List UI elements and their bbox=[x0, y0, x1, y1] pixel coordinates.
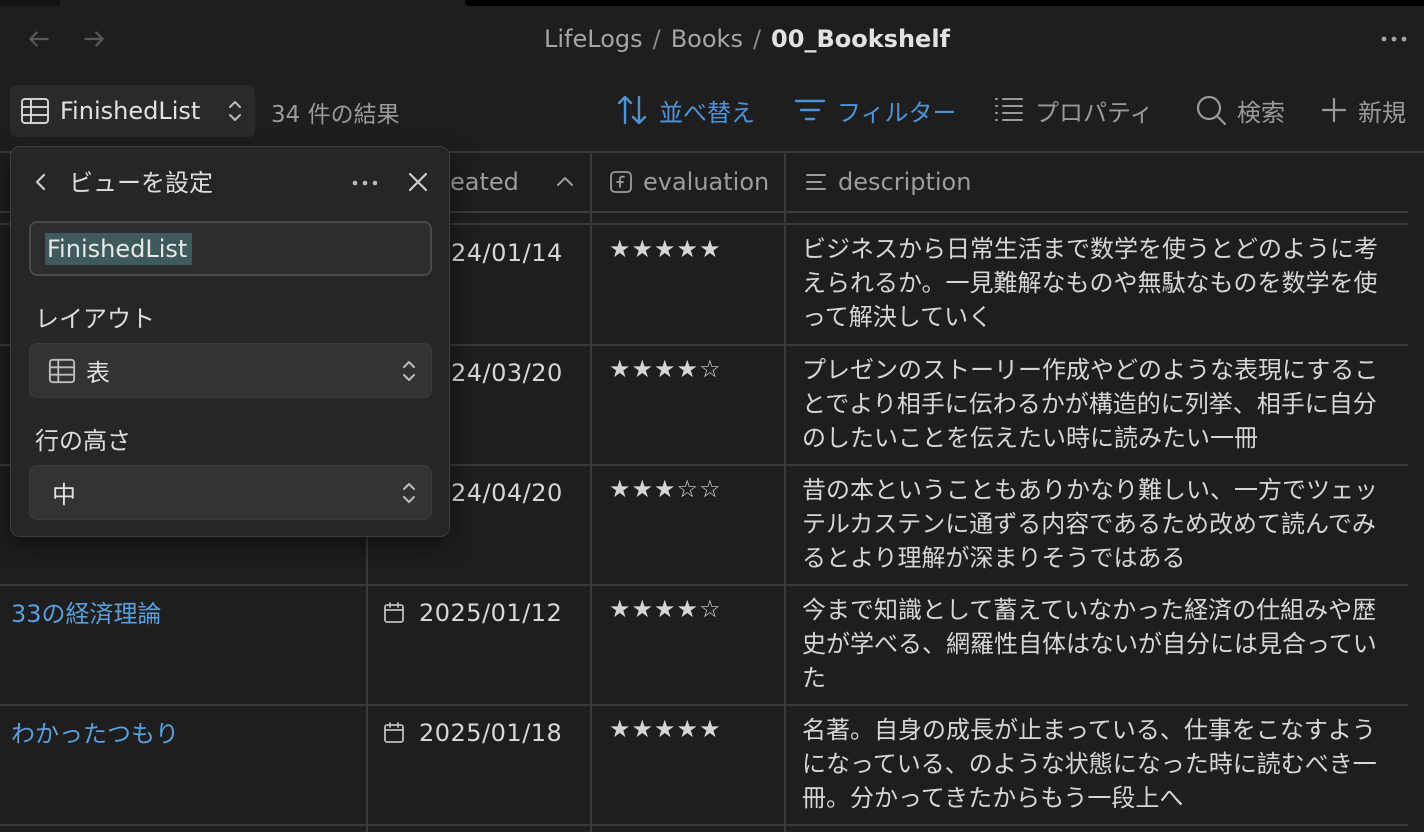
search-label: 検索 bbox=[1237, 98, 1285, 127]
view-settings-popup: ビューを設定 FinishedList レイアウト 表 行の高さ 中 bbox=[10, 146, 450, 537]
cell-date[interactable]: 24/03/20 bbox=[451, 359, 563, 387]
close-icon bbox=[408, 172, 428, 192]
breadcrumb-current[interactable]: 00_Bookshelf bbox=[771, 25, 950, 53]
new-label: 新規 bbox=[1358, 98, 1406, 127]
breadcrumb-separator: / bbox=[752, 25, 762, 53]
cell-date[interactable]: 2025/01/12 bbox=[383, 599, 562, 627]
sort-button[interactable]: 並べ替え bbox=[615, 90, 755, 130]
cell-description[interactable]: 昔の本ということもありかなり難しい、一方でツェッテルカステンに通ずる内容であるた… bbox=[802, 473, 1392, 575]
chevron-updown-icon bbox=[403, 483, 415, 503]
cell-evaluation[interactable]: ★★★☆☆ bbox=[609, 475, 722, 503]
formula-icon bbox=[610, 171, 632, 193]
table-icon bbox=[21, 98, 49, 124]
cell-date[interactable]: 2025/01/18 bbox=[383, 719, 562, 747]
column-header-created-label: eated bbox=[450, 168, 519, 196]
column-header-description-label: description bbox=[838, 168, 972, 196]
cell-description[interactable]: 今まで知識として蓄えていなかった経済の仕組みや歴史が学べる、網羅性自体はないが自… bbox=[802, 593, 1392, 695]
breadcrumb-lifelogs[interactable]: LifeLogs bbox=[544, 25, 643, 53]
cell-description[interactable]: プレゼンのストーリー作成やどのような表現にすることでより相手に伝わるかが構造的に… bbox=[802, 353, 1392, 461]
view-selector[interactable]: FinishedList bbox=[10, 85, 255, 137]
sort-label: 並べ替え bbox=[659, 98, 755, 127]
list-icon bbox=[995, 98, 1023, 121]
ellipsis-icon bbox=[1381, 36, 1407, 42]
filter-button[interactable]: フィルター bbox=[793, 90, 957, 130]
view-name-input[interactable] bbox=[29, 221, 432, 276]
column-header-evaluation-label: evaluation bbox=[643, 168, 770, 196]
result-count: 34 件の結果 bbox=[271, 102, 400, 128]
ellipsis-icon bbox=[352, 180, 378, 186]
sort-arrows-icon bbox=[617, 95, 647, 125]
cell-date-value: 2025/01/12 bbox=[419, 599, 563, 627]
popup-title: ビューを設定 bbox=[69, 169, 213, 197]
row-divider bbox=[0, 704, 1408, 706]
text-lines-icon bbox=[806, 174, 826, 190]
calendar-icon bbox=[384, 602, 404, 623]
column-header-created[interactable]: eated bbox=[450, 164, 519, 200]
cell-description[interactable]: ビジネスから日常生活まで数学を使うとどのように考えられるか。一見難解なものや無駄… bbox=[802, 232, 1392, 334]
calendar-icon bbox=[384, 722, 404, 743]
column-header-evaluation[interactable]: evaluation bbox=[609, 164, 769, 200]
table-icon bbox=[48, 358, 76, 383]
layout-label: レイアウト bbox=[35, 305, 155, 333]
cell-description[interactable]: 名著。自身の成長が止まっている、仕事をこなすようになっている、のような状態になっ… bbox=[802, 713, 1392, 815]
cell-evaluation[interactable]: ★★★★☆ bbox=[609, 355, 722, 383]
search-icon bbox=[1196, 95, 1227, 126]
row-divider bbox=[0, 584, 1408, 586]
column-divider bbox=[784, 151, 786, 832]
chevron-updown-icon bbox=[403, 361, 415, 381]
cell-evaluation[interactable]: ★★★★★ bbox=[609, 715, 722, 743]
cell-title-link[interactable]: 33の経済理論 bbox=[11, 594, 162, 629]
layout-select[interactable]: 表 bbox=[29, 343, 432, 398]
cell-date-value: 2025/01/18 bbox=[419, 719, 563, 747]
layout-select-value: 表 bbox=[86, 359, 110, 387]
properties-button[interactable]: プロパティ bbox=[993, 90, 1154, 130]
plus-icon bbox=[1321, 97, 1347, 123]
cell-date[interactable]: 24/04/20 bbox=[451, 479, 563, 507]
search-button[interactable]: 検索 bbox=[1195, 90, 1285, 130]
filter-icon bbox=[794, 99, 826, 121]
cell-title-link[interactable]: わかったつもり bbox=[11, 714, 179, 749]
popup-close-button[interactable] bbox=[403, 167, 433, 197]
popup-back-button[interactable] bbox=[33, 167, 57, 197]
chevron-updown-icon bbox=[229, 101, 241, 121]
tab-strip-left bbox=[0, 0, 60, 6]
new-button[interactable]: 新規 bbox=[1320, 90, 1406, 130]
breadcrumb: LifeLogs / Books / 00_Bookshelf bbox=[0, 22, 1424, 56]
cell-evaluation[interactable]: ★★★★☆ bbox=[609, 595, 722, 623]
row-height-select-value: 中 bbox=[52, 481, 76, 509]
popup-more-button[interactable] bbox=[349, 169, 381, 197]
app-window: LifeLogs / Books / 00_Bookshelf Finished… bbox=[0, 0, 1424, 832]
column-header-description[interactable]: description bbox=[804, 164, 971, 200]
view-name: FinishedList bbox=[60, 97, 201, 125]
properties-label: プロパティ bbox=[1035, 98, 1154, 127]
row-height-label: 行の高さ bbox=[35, 427, 131, 455]
filter-label: フィルター bbox=[837, 98, 957, 127]
chevron-up-icon[interactable] bbox=[555, 174, 575, 188]
chevron-left-icon bbox=[35, 173, 46, 191]
column-divider bbox=[590, 151, 592, 832]
cell-date[interactable]: 24/01/14 bbox=[451, 239, 563, 267]
breadcrumb-books[interactable]: Books bbox=[671, 25, 743, 53]
row-divider bbox=[0, 824, 1408, 826]
tab-strip-right bbox=[465, 0, 1424, 6]
cell-evaluation[interactable]: ★★★★★ bbox=[609, 235, 722, 263]
more-options-button[interactable] bbox=[1378, 26, 1410, 52]
row-height-select[interactable]: 中 bbox=[29, 465, 432, 520]
breadcrumb-separator: / bbox=[652, 25, 661, 53]
